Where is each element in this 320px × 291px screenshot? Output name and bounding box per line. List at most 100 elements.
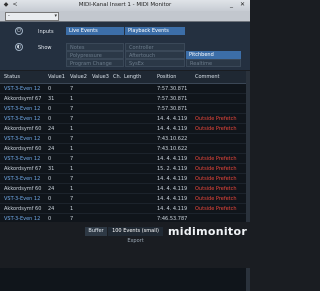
cell-position: 14. 4. 4.119 [157, 126, 188, 132]
cell-value1: 24 [48, 206, 55, 212]
cell-status: VST-3-Even 12 [4, 86, 41, 92]
cell-value2: 7 [70, 156, 74, 162]
cell-value2: 1 [70, 166, 74, 172]
cell-position: 7:57.30.871 [157, 86, 188, 92]
cell-status: VST-3-Even 12 [4, 156, 41, 162]
cell-value1: 24 [48, 146, 55, 152]
cell-status: VST-3-Even 12 [4, 196, 41, 202]
table-row[interactable]: VST-3-Even 12 0 7 7:43.10.622 [0, 134, 246, 144]
cell-value2: 7 [70, 116, 74, 122]
filter-chip-controller[interactable]: Controller [125, 43, 185, 51]
cell-value1: 0 [48, 156, 52, 162]
table-row[interactable]: Akkordsymf 60 24 1 7:43.10.622 [0, 144, 246, 154]
cell-value2: 7 [70, 176, 74, 182]
filter-chip-notes[interactable]: Notes [66, 43, 124, 51]
table-row[interactable]: VST-3-Even 12 0 7 14. 4. 4.119 Outside Prefe… [0, 194, 246, 204]
cell-value1: 31 [48, 166, 55, 172]
table-row[interactable]: Akkordsymf 67 31 1 15. 2. 4.119 Outside Pref… [0, 164, 246, 174]
cell-value2: 1 [70, 186, 74, 192]
minimize-icon[interactable]: _ [228, 2, 235, 8]
filter-chip-polypressure[interactable]: Polypressure [66, 51, 124, 59]
midimonitor-logo: midimonitor [168, 225, 248, 238]
cell-position: 7:43.10.622 [157, 136, 188, 142]
header-length[interactable]: Length [124, 74, 141, 80]
cell-value1: 24 [48, 186, 55, 192]
cell-status: VST-3-Even 12 [4, 136, 41, 142]
filter-chip-live-events[interactable]: Live Events [66, 27, 124, 35]
cell-comment: Outside Prefetch [195, 176, 237, 182]
cell-value1: 24 [48, 126, 55, 132]
table-row[interactable]: Akkordsymf 67 31 1 7:57.30.871 [0, 94, 246, 104]
filter-chip-sysex[interactable]: SysEx [125, 59, 185, 67]
preset-value: - [8, 13, 10, 19]
table-row[interactable]: VST-3-Even 12 0 7 7:57.30.871 [0, 104, 246, 114]
cell-status: VST-3-Even 12 [4, 116, 41, 122]
buffer-size-select[interactable]: 100 Events (small) [108, 227, 163, 236]
cell-status: VST-3-Even 12 [4, 106, 41, 112]
table-row[interactable]: Akkordsymf 60 24 1 14. 4. 4.119 Outside Pref… [0, 204, 246, 214]
table-row[interactable]: VST-3-Even 12 0 7 7:57.30.871 [0, 84, 246, 94]
header-position[interactable]: Position [157, 74, 176, 80]
cell-position: 14. 4. 4.119 [157, 206, 188, 212]
cell-value1: 0 [48, 176, 52, 182]
cell-value1: 0 [48, 136, 52, 142]
cell-position: 14. 4. 4.119 [157, 186, 188, 192]
filter-chip-pitchbend[interactable]: Pitchbend [186, 51, 241, 59]
cell-position: 14. 4. 4.119 [157, 156, 188, 162]
cell-status: Akkordsymf 67 [4, 96, 42, 102]
header-channel[interactable]: Ch. [113, 74, 121, 80]
table-row[interactable]: VST-3-Even 12 0 7 14. 4. 4.119 Outside Prefe… [0, 174, 246, 184]
header-value3[interactable]: Value3 [92, 74, 109, 80]
filter-chip-aftertouch[interactable]: Aftertouch [125, 51, 185, 59]
close-icon[interactable]: ✕ [239, 2, 246, 8]
cell-value2: 7 [70, 196, 74, 202]
cell-value1: 0 [48, 196, 52, 202]
cell-comment: Outside Prefetch [195, 156, 237, 162]
preset-dropdown[interactable]: - ▾ [5, 12, 59, 21]
table-row[interactable]: VST-3-Even 12 0 7 14. 4. 4.119 Outside Prefe… [0, 154, 246, 164]
table-row[interactable]: Akkordsymf 60 24 1 14. 4. 4.119 Outside Pref… [0, 184, 246, 194]
cell-value1: 0 [48, 106, 52, 112]
cell-position: 15. 2. 4.119 [157, 166, 188, 172]
export-button[interactable]: Export [108, 237, 163, 245]
cell-value2: 1 [70, 146, 74, 152]
power-icon[interactable]: ⏻ [15, 27, 23, 35]
cell-value1: 31 [48, 96, 55, 102]
filter-chip-program-change[interactable]: Program Change [66, 59, 124, 67]
cell-value2: 7 [70, 136, 74, 142]
header-comment[interactable]: Comment [195, 74, 220, 80]
cell-position: 14. 4. 4.119 [157, 116, 188, 122]
toolbar: - ▾ [0, 11, 250, 22]
cell-value2: 1 [70, 206, 74, 212]
table-row[interactable]: Akkordsymf 60 24 1 14. 4. 4.119 Outside Pref… [0, 124, 246, 134]
header-value2[interactable]: Value2 [70, 74, 87, 80]
cell-status: VST-3-Even 12 [4, 176, 41, 182]
cell-value1: 0 [48, 116, 52, 122]
cell-position: 14. 4. 4.119 [157, 196, 188, 202]
header-status[interactable]: Status [4, 74, 20, 80]
cell-value2: 1 [70, 126, 74, 132]
cell-value2: 7 [70, 86, 74, 92]
chevron-down-icon: ▾ [54, 13, 57, 19]
filter-panel: ⏻ Inputs Live Events Playback Events ◐ Sh… [0, 22, 250, 70]
cell-status: Akkordsymf 67 [4, 166, 42, 172]
cell-comment: Outside Prefetch [195, 206, 237, 212]
cell-position: 7:57.30.871 [157, 96, 188, 102]
buffer-button[interactable]: Buffer [85, 227, 107, 236]
filter-chip-realtime[interactable]: Realtime [186, 59, 241, 67]
cell-position: 7:43.10.622 [157, 146, 188, 152]
table-row[interactable]: VST-3-Even 12 0 7 14. 4. 4.119 Outside Prefe… [0, 114, 246, 124]
header-value1[interactable]: Value1 [48, 74, 65, 80]
cell-status: Akkordsymf 60 [4, 146, 42, 152]
cell-value2: 7 [70, 106, 74, 112]
cell-comment: Outside Prefetch [195, 126, 237, 132]
cell-status: Akkordsymf 60 [4, 206, 42, 212]
cell-comment: Outside Prefetch [195, 196, 237, 202]
cell-position: 14. 4. 4.119 [157, 176, 188, 182]
cell-comment: Outside Prefetch [195, 186, 237, 192]
table-header: Status Value1 Value2 Value3 Ch. Length P… [0, 71, 246, 84]
show-toggle-icon[interactable]: ◐ [15, 43, 23, 51]
table-body: VST-3-Even 12 0 7 7:57.30.871 Akkordsymf 67 3… [0, 84, 246, 244]
filter-chip-playback-events[interactable]: Playback Events [125, 27, 185, 35]
window-title: MIDI-Kanal Insert 1 - MIDI Monitor [78, 2, 172, 8]
